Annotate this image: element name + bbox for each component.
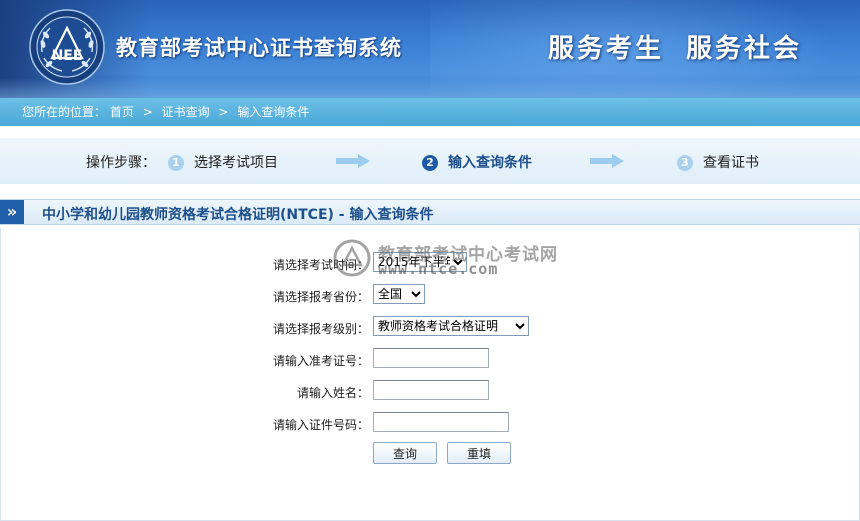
form-row-exam-time: 请选择考试时间： 2015年下半年 (1, 252, 860, 274)
nee-logo-icon: NEE (29, 9, 105, 85)
breadcrumb: 您所在的位置： 首页 > 证书查询 > 输入查询条件 (0, 98, 860, 126)
province-label: 请选择报考省份： (272, 290, 369, 304)
exam-time-label: 请选择考试时间： (272, 258, 369, 272)
breadcrumb-prefix: 您所在的位置： (22, 105, 107, 119)
step-3: 3 查看证书 (677, 152, 759, 172)
breadcrumb-item-home[interactable]: 首页 (110, 105, 134, 119)
step-1: 1 选择考试项目 (168, 152, 278, 172)
arrow-right-icon (590, 154, 624, 168)
name-label: 请输入姓名： (296, 386, 369, 400)
level-select[interactable]: 教师资格考试合格证明 (373, 316, 529, 336)
slogan-part-1: 服务考生 (548, 34, 665, 64)
form-row-ticket: 请输入准考证号： (1, 348, 860, 370)
step-number: 1 (168, 155, 184, 171)
arrow-right-icon (336, 154, 370, 168)
province-control: 全国 (373, 284, 425, 304)
ticket-no-input[interactable] (373, 348, 489, 368)
query-form: 请选择考试时间： 2015年下半年 请选择报考省份： 全国 请选择报考级别： 教… (0, 228, 860, 521)
exam-time-select[interactable]: 2015年下半年 (373, 252, 467, 272)
slogan-part-2: 服务社会 (686, 34, 803, 64)
form-row-name: 请输入姓名： (1, 380, 860, 402)
exam-time-control: 2015年下半年 (373, 252, 467, 272)
section-title: 中小学和幼儿园教师资格考试合格证明(NTCE) - 输入查询条件 (42, 207, 434, 223)
site-title: 教育部考试中心证书查询系统 (116, 36, 402, 60)
header-banner: NEE 教育部考试中心证书查询系统 服务考生 服务社会 (0, 0, 860, 98)
level-label: 请选择报考级别： (272, 322, 369, 336)
step-label: 查看证书 (703, 155, 759, 171)
step-2: 2 输入查询条件 (422, 152, 532, 172)
breadcrumb-separator: > (218, 105, 229, 119)
province-select[interactable]: 全国 (373, 284, 425, 304)
steps-label: 操作步骤： (86, 155, 156, 171)
level-control: 教师资格考试合格证明 (373, 316, 529, 336)
id-no-label: 请输入证件号码： (272, 418, 369, 432)
id-no-input[interactable] (373, 412, 509, 432)
id-no-control (373, 412, 509, 432)
step-number: 2 (422, 155, 438, 171)
step-label: 输入查询条件 (448, 155, 532, 171)
name-input[interactable] (373, 380, 489, 400)
name-control (373, 380, 489, 400)
ticket-no-label: 请输入准考证号： (272, 354, 369, 368)
breadcrumb-item-current: 输入查询条件 (237, 105, 310, 119)
logo-text: NEE (52, 48, 83, 64)
breadcrumb-separator: > (142, 105, 153, 119)
ticket-no-control (373, 348, 489, 368)
banner-streak (0, 78, 860, 98)
double-chevron-right-icon: » (0, 200, 24, 224)
steps-bar: 操作步骤： 1 选择考试项目 2 输入查询条件 3 查看证书 (0, 138, 860, 184)
step-label: 选择考试项目 (194, 155, 278, 171)
step-number: 3 (677, 155, 693, 171)
section-header: » 中小学和幼儿园教师资格考试合格证明(NTCE) - 输入查询条件 (0, 199, 860, 225)
reset-button[interactable]: 重填 (447, 442, 511, 464)
form-row-province: 请选择报考省份： 全国 (1, 284, 860, 306)
form-row-id: 请输入证件号码： (1, 412, 860, 434)
breadcrumb-item-cert-query[interactable]: 证书查询 (162, 105, 210, 119)
slogan: 服务考生 服务社会 (548, 28, 802, 65)
form-row-level: 请选择报考级别： 教师资格考试合格证明 (1, 316, 860, 338)
query-button[interactable]: 查询 (373, 442, 437, 464)
